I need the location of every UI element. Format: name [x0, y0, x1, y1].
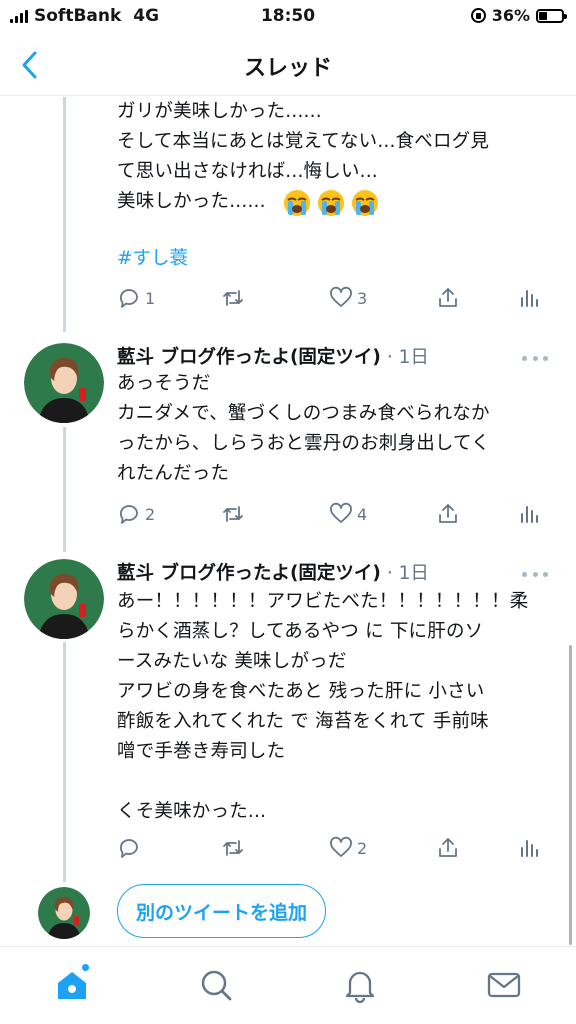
thread-line: [63, 642, 66, 882]
battery-percent: 36%: [491, 6, 530, 25]
home-icon: [58, 972, 86, 999]
reply-button[interactable]: [117, 832, 141, 864]
tweet-time: · 1日: [386, 563, 429, 584]
reply-button[interactable]: 2: [117, 498, 155, 530]
tab-search[interactable]: [198, 967, 234, 1003]
share-icon: [439, 288, 457, 307]
more-options-button[interactable]: [522, 350, 548, 366]
rotation-lock-icon: [470, 8, 486, 23]
tweet-time: · 1日: [386, 347, 429, 368]
loudly-crying-face-icon: [318, 190, 344, 216]
emoji-group: [283, 189, 379, 217]
status-bar: SoftBank 4G 18:50 36%: [0, 0, 576, 34]
retweet-icon: [223, 290, 243, 306]
tweet-text: あー！！！！！！アワビたべた！！！！！！！柔 らかく酒蒸し？してあるやつ に 下…: [117, 591, 529, 822]
like-button[interactable]: 3: [329, 282, 367, 314]
more-options-button[interactable]: [522, 566, 548, 582]
analytics-button[interactable]: [517, 498, 541, 530]
thread-line: [63, 97, 66, 332]
share-button[interactable]: [436, 282, 460, 314]
tab-home[interactable]: [54, 967, 90, 1003]
reply-button[interactable]: 1: [117, 282, 155, 314]
tab-bar: [0, 946, 576, 1024]
like-button[interactable]: 2: [329, 832, 367, 864]
tweet-actions: 2: [117, 832, 547, 864]
hashtag-link[interactable]: #すし蓑: [117, 244, 188, 270]
tweet-actions: 2 4: [117, 498, 547, 530]
thread-line: [63, 427, 66, 552]
share-button[interactable]: [436, 498, 460, 530]
my-avatar[interactable]: [38, 887, 90, 939]
thread-content[interactable]: ガリが美味しかった...... そして本当にあとは覚えてない...食べログ見 て…: [0, 97, 576, 945]
tweet-time-value: 1日: [398, 347, 429, 368]
retweet-button[interactable]: [221, 282, 245, 314]
retweet-button[interactable]: [221, 498, 245, 530]
reply-count: 2: [145, 504, 156, 524]
nav-header: スレッド: [0, 34, 576, 96]
like-button[interactable]: 4: [329, 498, 367, 530]
battery-icon: [536, 8, 567, 23]
author-name[interactable]: 藍斗 ブログ作ったよ(固定ツイ): [117, 343, 381, 369]
tweet-time-value: 1日: [398, 563, 429, 584]
retweet-icon: [223, 840, 243, 856]
heart-icon: [330, 286, 352, 307]
analytics-icon: [521, 840, 538, 857]
avatar[interactable]: [24, 559, 104, 639]
search-icon: [201, 970, 232, 1001]
retweet-button[interactable]: [221, 832, 245, 864]
author-name[interactable]: 藍斗 ブログ作ったよ(固定ツイ): [117, 559, 381, 585]
tab-messages[interactable]: [486, 967, 522, 1003]
mail-icon: [487, 972, 521, 998]
heart-icon: [330, 502, 352, 523]
analytics-icon: [521, 506, 538, 523]
reply-icon: [120, 839, 138, 858]
page-title: スレッド: [243, 56, 332, 81]
scrollbar[interactable]: [569, 645, 572, 945]
reply-icon: [120, 505, 138, 524]
share-button[interactable]: [436, 832, 460, 864]
share-icon: [439, 504, 457, 523]
add-tweet-button[interactable]: 別のツイートを追加: [117, 884, 327, 938]
notification-dot: [82, 964, 89, 971]
loudly-crying-face-icon: [352, 190, 378, 216]
like-count: 3: [357, 288, 368, 308]
like-count: 4: [357, 504, 368, 524]
analytics-button[interactable]: [517, 832, 541, 864]
tab-notifications[interactable]: [342, 967, 378, 1004]
tweet-text: あっそうだ カニダメで、蟹づくしのつまみ食べられなか ったから、しらうおと雲丹の…: [117, 373, 490, 484]
share-icon: [439, 838, 457, 857]
loudly-crying-face-icon: [284, 190, 310, 216]
analytics-button[interactable]: [517, 282, 541, 314]
like-count: 2: [357, 838, 368, 858]
heart-icon: [330, 836, 352, 857]
analytics-icon: [521, 290, 538, 307]
tweet-actions: 1 3: [117, 282, 547, 314]
retweet-icon: [223, 506, 243, 522]
bell-icon: [345, 971, 375, 1004]
reply-count: 1: [145, 288, 156, 308]
avatar[interactable]: [24, 343, 104, 423]
reply-icon: [120, 289, 138, 308]
